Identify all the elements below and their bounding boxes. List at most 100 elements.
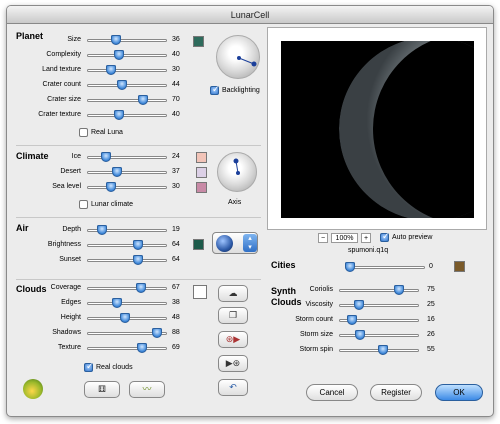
slider-label: Storm spin <box>299 346 333 353</box>
slider-thumb[interactable] <box>117 80 128 90</box>
zoom-out-button[interactable]: − <box>318 233 328 243</box>
slider-track[interactable] <box>339 334 419 337</box>
slider-value: 36 <box>172 36 180 43</box>
slider-track[interactable] <box>87 302 167 305</box>
slider-value: 64 <box>172 256 180 263</box>
axis-knob[interactable] <box>217 152 257 192</box>
auto-preview-checkbox[interactable] <box>380 231 390 242</box>
slider-track[interactable] <box>87 156 167 159</box>
slider-thumb[interactable] <box>138 95 148 105</box>
slider-thumb[interactable] <box>110 35 121 45</box>
slider-value: 40 <box>172 51 180 58</box>
preview-panel <box>267 27 487 230</box>
lunar-climate-label: Lunar climate <box>91 201 134 208</box>
cloud-tool-button[interactable]: ☁ <box>218 285 248 302</box>
slider-value: 30 <box>172 183 180 190</box>
slider-label: Crater count <box>42 81 81 88</box>
axis-vector-icon <box>233 158 240 175</box>
slider-track[interactable] <box>87 39 167 42</box>
slider-value: 16 <box>427 316 435 323</box>
slider-track[interactable] <box>87 99 167 102</box>
slider-label: Storm count <box>295 316 333 323</box>
slider-thumb[interactable] <box>345 262 355 272</box>
zoom-level-field[interactable]: 100% <box>331 233 358 243</box>
slider-track[interactable] <box>87 171 167 174</box>
slider-track[interactable] <box>87 244 167 247</box>
climate-color-swatch[interactable] <box>196 182 207 193</box>
slider-label: Coverage <box>50 284 81 291</box>
slider-label: Edges <box>61 299 81 306</box>
lunar-climate-checkbox[interactable] <box>79 200 88 209</box>
slider-thumb[interactable] <box>106 65 116 75</box>
slider-track[interactable] <box>87 186 167 189</box>
planet-texture-popup[interactable]: ▴ ▾ <box>212 232 258 254</box>
slider-thumb[interactable] <box>106 182 116 192</box>
climate-color-swatch[interactable] <box>196 152 207 163</box>
slider-track[interactable] <box>87 54 167 57</box>
record-button[interactable]: ⊛▶ <box>218 331 248 348</box>
slider-thumb[interactable] <box>97 225 108 235</box>
slider-thumb[interactable] <box>133 255 144 265</box>
slider-thumb[interactable] <box>152 328 163 338</box>
slider-track[interactable] <box>87 287 167 290</box>
register-button[interactable]: Register <box>370 384 422 401</box>
document-icon: ❐ <box>228 310 238 320</box>
slider-thumb[interactable] <box>111 167 122 177</box>
slider-thumb[interactable] <box>135 283 146 293</box>
planet-preview-image[interactable] <box>281 41 474 218</box>
slider-label: Depth <box>62 226 81 233</box>
cloud-icon: ☁ <box>228 288 238 298</box>
undo-button[interactable]: ↶ <box>218 379 248 396</box>
slider-thumb[interactable] <box>378 345 388 355</box>
slider-value: 0 <box>429 263 433 270</box>
slider-thumb[interactable] <box>114 50 124 60</box>
real-luna-checkbox[interactable] <box>79 128 88 137</box>
slider-value: 75 <box>427 286 435 293</box>
slider-track[interactable] <box>87 259 167 262</box>
slider-thumb[interactable] <box>112 298 123 308</box>
slider-value: 37 <box>172 168 180 175</box>
terrain-button[interactable]: 〰 <box>129 381 165 398</box>
copy-button[interactable]: ❐ <box>218 307 248 324</box>
slider-value: 44 <box>172 81 180 88</box>
slider-thumb[interactable] <box>137 343 148 353</box>
play-button[interactable]: ▶⊛ <box>218 355 248 372</box>
slider-track[interactable] <box>87 347 167 350</box>
backlighting-label: Backlighting <box>222 87 260 94</box>
real-clouds-checkbox[interactable] <box>84 361 94 372</box>
moon-crescent-icon <box>339 41 474 218</box>
slider-thumb[interactable] <box>101 152 112 162</box>
cities-heading: Cities <box>271 260 296 270</box>
planet-color-swatch[interactable] <box>193 36 204 47</box>
climate-color-swatch[interactable] <box>196 167 207 178</box>
clouds-color-swatch[interactable] <box>193 285 207 299</box>
slider-label: Ice <box>71 153 81 160</box>
lighting-direction-knob[interactable] <box>216 35 260 79</box>
undo-icon: ↶ <box>229 382 237 392</box>
slider-label: Shadows <box>52 329 81 336</box>
slider-thumb[interactable] <box>354 300 364 310</box>
air-color-swatch[interactable] <box>193 239 204 250</box>
slider-thumb[interactable] <box>354 330 365 340</box>
slider-value: 25 <box>427 301 435 308</box>
backlighting-checkbox[interactable] <box>210 84 220 95</box>
slider-thumb[interactable] <box>120 313 131 323</box>
slider-thumb[interactable] <box>133 240 144 250</box>
slider-track[interactable] <box>339 289 419 292</box>
cancel-button[interactable]: Cancel <box>306 384 358 401</box>
randomize-button[interactable]: ⚅ <box>84 381 120 398</box>
slider-track[interactable] <box>339 304 419 307</box>
cities-color-swatch[interactable] <box>454 261 465 272</box>
separator <box>16 217 261 218</box>
slider-track[interactable] <box>345 266 425 269</box>
ok-button[interactable]: OK <box>435 384 483 401</box>
slider-track[interactable] <box>87 114 167 117</box>
slider-thumb[interactable] <box>394 285 404 295</box>
slider-thumb[interactable] <box>346 315 357 325</box>
slider-track[interactable] <box>87 69 167 72</box>
app-logo-icon[interactable] <box>23 379 43 399</box>
light-vector-icon <box>237 56 257 67</box>
zoom-in-button[interactable]: + <box>361 233 371 243</box>
slider-label: Sea level <box>52 183 81 190</box>
slider-thumb[interactable] <box>114 110 124 120</box>
